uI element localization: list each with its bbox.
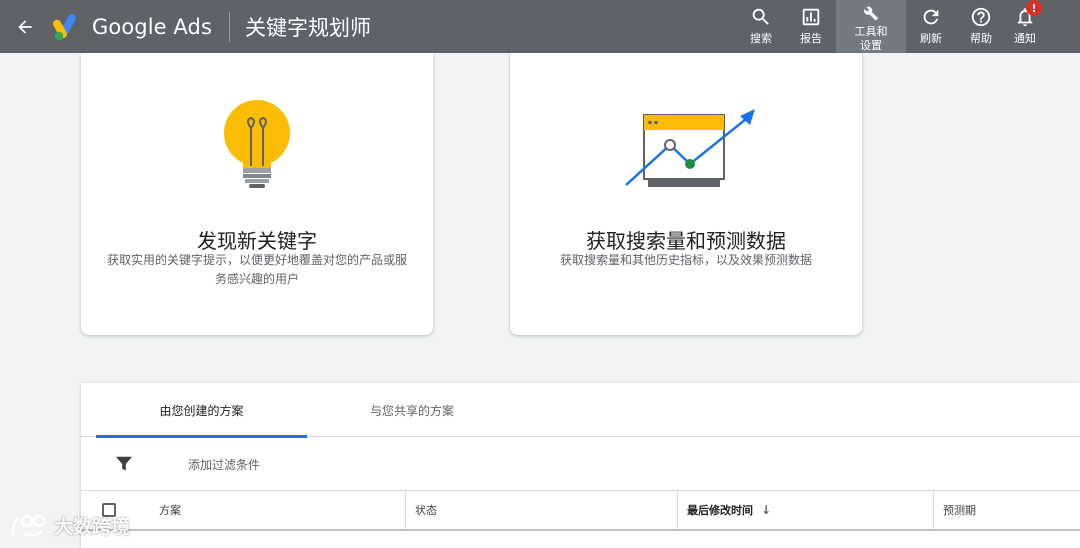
card-description: 获取搜索量和其他历史指标，以及效果预测数据 (559, 253, 812, 267)
tab-shared-with-you[interactable]: 与您共享的方案 (307, 383, 517, 437)
column-header-status[interactable]: 状态 (405, 491, 677, 529)
watermark-text: 大数跨境 (54, 516, 131, 538)
notification-badge: ! (1026, 0, 1042, 16)
search-button[interactable]: 搜索 (736, 0, 786, 53)
search-icon (752, 8, 769, 25)
top-app-bar: Google Ads 关键字规划师 搜索 报告 工具和设置 刷新 帮助 通知 ! (0, 0, 1080, 53)
discover-keywords-card[interactable]: 发现新关键字 获取实用的关键字提示，以便更好地覆盖对您的产品或服务感兴趣的用户 (81, 53, 433, 335)
refresh-label: 刷新 (920, 32, 942, 45)
arrow-down-icon: ↓ (761, 503, 772, 517)
card-description: 获取实用的关键字提示，以便更好地覆盖对您的产品或服务感兴趣的用户 (106, 253, 407, 286)
column-label: 最后修改时间 (687, 504, 753, 517)
column-label: 方案 (159, 504, 181, 517)
plans-tabs: 由您创建的方案 与您共享的方案 (81, 383, 1080, 438)
header-divider (229, 11, 230, 42)
filter-bar: 添加过滤条件 (81, 437, 1080, 491)
tools-settings-label: 工具和设置 (854, 25, 888, 52)
header-actions: 搜索 报告 工具和设置 刷新 帮助 通知 ! (736, 0, 1044, 53)
column-header-plan[interactable]: 方案 (150, 491, 406, 529)
help-icon (971, 7, 991, 27)
search-volume-forecast-card[interactable]: 获取搜索量和预测数据 获取搜索量和其他历史指标，以及效果预测数据 (510, 53, 862, 335)
refresh-icon (923, 9, 939, 25)
reports-label: 报告 (800, 32, 822, 45)
column-header-forecast-period[interactable]: 预测期 (933, 491, 1080, 529)
watermark: 大数跨境 (10, 512, 130, 539)
refresh-button[interactable]: 刷新 (906, 0, 956, 53)
column-label: 状态 (415, 504, 437, 517)
filter-icon[interactable] (115, 456, 133, 472)
plans-panel: 由您创建的方案 与您共享的方案 添加过滤条件 方案 状态 最后修改时间 ↓ 预测期 (81, 383, 1080, 548)
arrow-back-icon (18, 19, 32, 34)
card-title: 获取搜索量和预测数据 (586, 229, 786, 253)
help-label: 帮助 (970, 32, 992, 45)
add-filter-button[interactable]: 添加过滤条件 (188, 456, 260, 473)
watermark-logo-icon (11, 514, 46, 537)
tools-settings-button[interactable]: 工具和设置 (836, 0, 906, 53)
notifications-button[interactable]: 通知 ! (1006, 0, 1044, 53)
column-label: 预测期 (943, 504, 976, 517)
back-button[interactable] (0, 0, 50, 53)
reports-button[interactable]: 报告 (786, 0, 836, 53)
wrench-icon (864, 6, 878, 21)
column-header-last-modified[interactable]: 最后修改时间 ↓ (677, 491, 933, 529)
search-label: 搜索 (750, 32, 772, 45)
trend-chart-icon (625, 109, 755, 187)
card-title: 发现新关键字 (197, 229, 317, 253)
notifications-label: 通知 (1014, 32, 1036, 45)
page-title: 关键字规划师 (245, 15, 371, 40)
tab-created-by-you[interactable]: 由您创建的方案 (96, 383, 307, 438)
lightbulb-icon (224, 100, 290, 188)
product-name: Google Ads (92, 14, 212, 39)
google-ads-logo-icon[interactable] (52, 12, 82, 42)
help-button[interactable]: 帮助 (956, 0, 1006, 53)
reports-icon (802, 8, 820, 26)
plans-table-header: 方案 状态 最后修改时间 ↓ 预测期 (81, 491, 1080, 531)
